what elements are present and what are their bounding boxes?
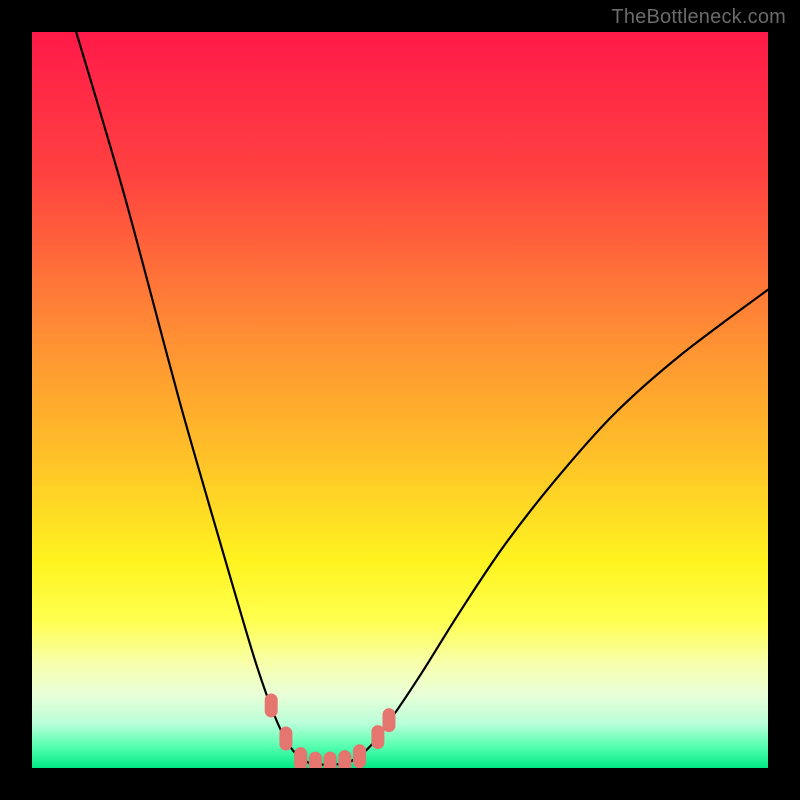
highlight-marker: [371, 725, 384, 749]
plot-area: [32, 32, 768, 768]
highlight-marker: [279, 727, 292, 751]
watermark-text: TheBottleneck.com: [611, 6, 786, 29]
highlight-marker: [309, 752, 322, 768]
highlight-marker: [324, 752, 337, 768]
bottleneck-curve: [76, 32, 768, 765]
highlight-marker: [294, 747, 307, 768]
chart-frame: TheBottleneck.com: [0, 0, 800, 800]
highlight-marker: [382, 708, 395, 732]
highlight-marker: [338, 750, 351, 768]
highlight-markers: [265, 693, 396, 768]
highlight-marker: [265, 693, 278, 717]
highlight-marker: [353, 744, 366, 768]
curve-layer: [32, 32, 768, 768]
